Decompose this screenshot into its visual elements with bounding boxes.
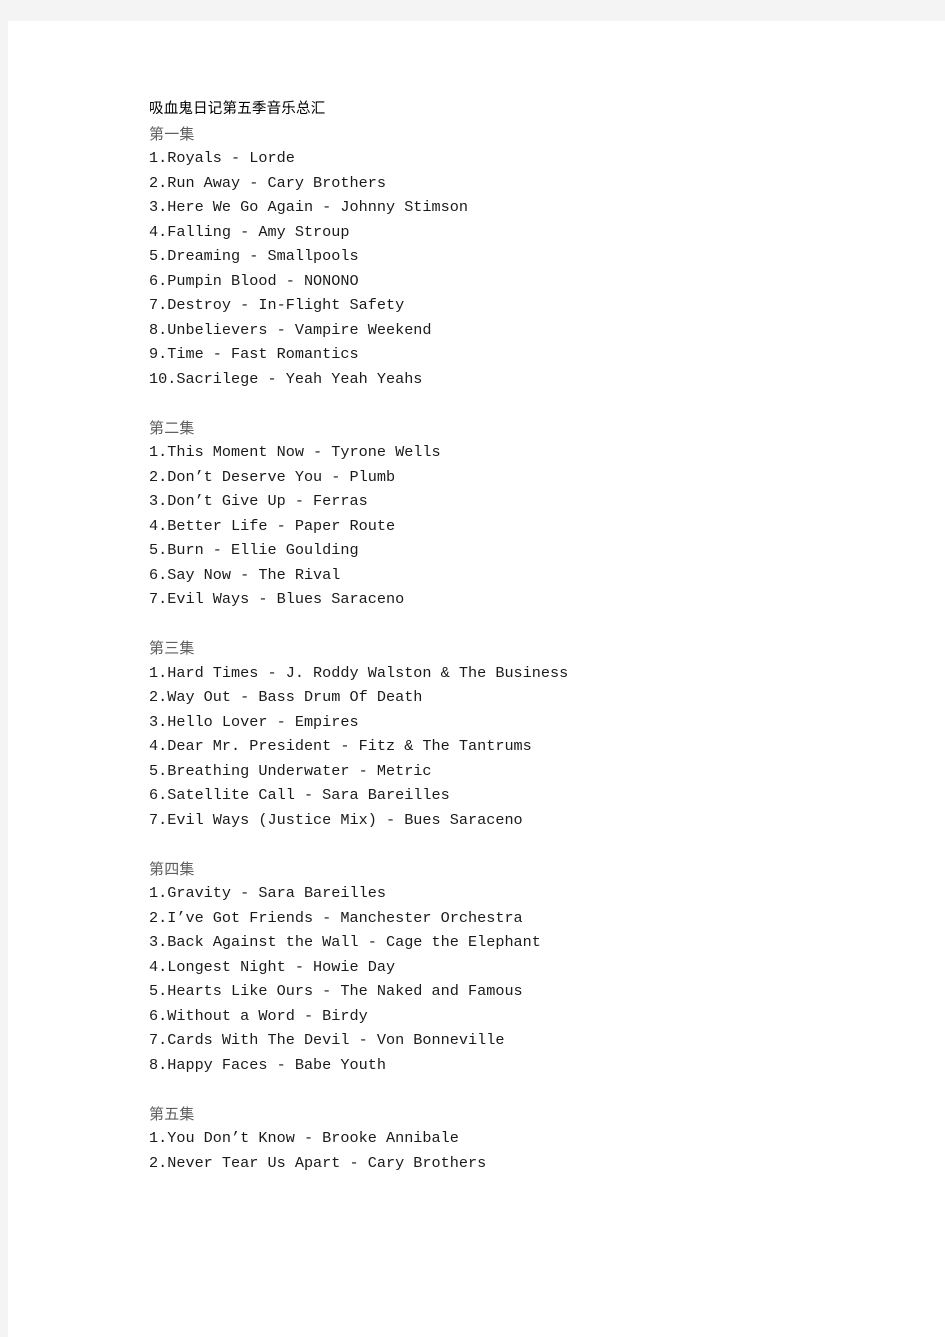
document-canvas: 吸血鬼日记第五季音乐总汇 第一集 1.Royals - Lorde 2.Run Aw… — [0, 0, 945, 1337]
track-line: 5.Breathing Underwater - Metric — [149, 761, 432, 780]
track-line: 5.Burn - Ellie Goulding — [149, 541, 359, 559]
track-line: 8.Unbelievers - Vampire Weekend — [149, 320, 432, 339]
episode-heading: 第五集 — [149, 1104, 195, 1123]
track-line: 3.Here We Go Again - Johnny Stimson — [149, 198, 468, 216]
episode-heading: 第二集 — [149, 418, 195, 437]
document-text-body: 吸血鬼日记第五季音乐总汇 第一集 1.Royals - Lorde 2.Run Aw… — [149, 97, 909, 1175]
track-line: 6.Satellite Call - Sara Bareilles — [149, 786, 450, 804]
track-line: 1.You Don’t Know - Brooke Annibale — [149, 1129, 459, 1147]
track-line: 4.Dear Mr. President - Fitz & The Tantru… — [149, 737, 532, 755]
track-line: 10.Sacrilege - Yeah Yeah Yeahs — [149, 369, 423, 388]
track-line: 7.Destroy - In-Flight Safety — [149, 296, 405, 314]
track-line: 7.Evil Ways (Justice Mix) - Bues Saracen… — [149, 810, 523, 829]
track-line: 6.Without a Word - Birdy — [149, 1006, 368, 1025]
track-line: 9.Time - Fast Romantics — [149, 345, 359, 363]
track-line: 7.Cards With The Devil - Von Bonneville — [149, 1031, 505, 1049]
document-page: 吸血鬼日记第五季音乐总汇 第一集 1.Royals - Lorde 2.Run Aw… — [8, 21, 945, 1337]
track-line: 2.Never Tear Us Apart - Cary Brothers — [149, 1153, 487, 1172]
track-line: 6.Pumpin Blood - NONONO — [149, 271, 359, 290]
track-line: 7.Evil Ways - Blues Saraceno — [149, 590, 405, 608]
track-line: 1.Royals - Lorde — [149, 149, 295, 167]
track-line: 5.Dreaming - Smallpools — [149, 247, 359, 265]
document-title: 吸血鬼日记第五季音乐总汇 — [149, 101, 326, 117]
track-line: 2.Don’t Deserve You - Plumb — [149, 467, 396, 486]
track-line: 1.Hard Times - J. Roddy Walston & The Bu… — [149, 663, 569, 682]
track-line: 3.Back Against the Wall - Cage the Eleph… — [149, 933, 541, 951]
track-line: 1.This Moment Now - Tyrone Wells — [149, 443, 441, 461]
track-line: 4.Falling - Amy Stroup — [149, 222, 350, 241]
track-line: 2.Way Out - Bass Drum Of Death — [149, 688, 423, 706]
track-line: 8.Happy Faces - Babe Youth — [149, 1055, 386, 1074]
episode-sections: 第一集 1.Royals - Lorde 2.Run Away - Cary Bro… — [149, 122, 909, 1176]
track-line: 4.Better Life - Paper Route — [149, 516, 396, 535]
track-line: 6.Say Now - The Rival — [149, 565, 341, 584]
episode-heading: 第四集 — [149, 859, 195, 878]
track-line: 5.Hearts Like Ours - The Naked and Famou… — [149, 982, 523, 1000]
episode-heading: 第三集 — [149, 639, 195, 657]
track-line: 1.Gravity - Sara Bareilles — [149, 884, 386, 902]
track-line: 4.Longest Night - Howie Day — [149, 957, 396, 976]
track-line: 2.Run Away - Cary Brothers — [149, 173, 386, 192]
track-line: 3.Hello Lover - Empires — [149, 712, 359, 731]
track-line: 3.Don’t Give Up - Ferras — [149, 492, 368, 510]
track-line: 2.I’ve Got Friends - Manchester Orchestr… — [149, 908, 523, 927]
episode-heading: 第一集 — [149, 124, 195, 143]
